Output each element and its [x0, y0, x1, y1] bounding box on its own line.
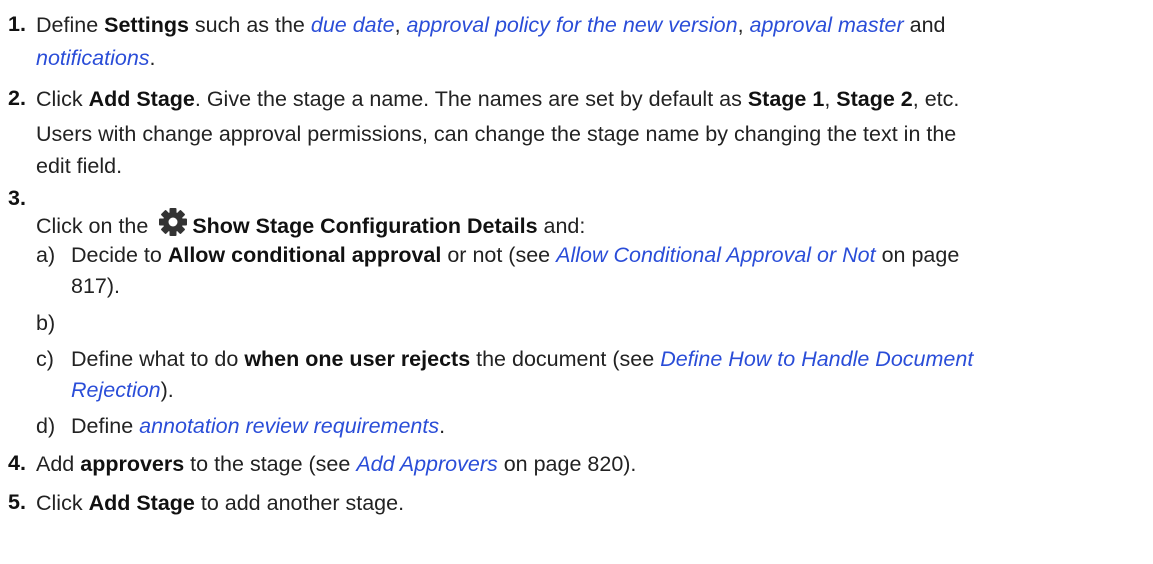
step-4-line-1: Add approvers to the stage (see Add Appr…	[36, 451, 636, 477]
text: Click on the	[36, 214, 155, 238]
step-2-paragraph-line-1: Users with change approval permissions, …	[36, 122, 957, 146]
step-3a-line-1: Decide to Allow conditional approval or …	[71, 242, 959, 268]
when-one-user-rejects-term: when one user rejects	[244, 347, 471, 371]
step-4-number: 4.	[8, 451, 26, 475]
procedure-document: 1. Define Settings such as the due date,…	[0, 0, 1153, 564]
text: on page	[875, 243, 960, 267]
define-document-rejection-link-continued[interactable]: Rejection	[71, 378, 161, 402]
due-date-link[interactable]: due date	[311, 13, 395, 37]
text: on page 820).	[497, 452, 637, 476]
text: Click	[36, 87, 89, 111]
text: Click	[36, 491, 89, 515]
text: , etc.	[912, 87, 960, 111]
step-2-paragraph-line-2: edit field.	[36, 154, 123, 178]
text: to the stage (see	[184, 452, 357, 476]
step-3c-letter: c)	[36, 347, 54, 371]
text: such as the	[188, 13, 311, 37]
text: to add another stage.	[194, 491, 405, 515]
define-document-rejection-link[interactable]: Define How to Handle Document	[660, 347, 973, 371]
text: Define	[36, 13, 105, 37]
notifications-link[interactable]: notifications	[36, 46, 150, 70]
stage-1-term: Stage 1	[747, 87, 825, 111]
text: ,	[824, 87, 837, 111]
step-3a-line-2: 817).	[71, 274, 121, 298]
step-1-line-1: Define Settings such as the due date, ap…	[36, 12, 946, 38]
step-5-line-1: Click Add Stage to add another stage.	[36, 490, 404, 516]
add-approvers-link[interactable]: Add Approvers	[356, 452, 497, 476]
step-1-number: 1.	[8, 12, 26, 36]
step-2-line-1: Click Add Stage. Give the stage a name. …	[36, 86, 959, 112]
step-2-number: 2.	[8, 86, 26, 110]
step-3c-line-2: Rejection).	[71, 377, 174, 403]
text: Add	[36, 452, 81, 476]
step-3d-letter: d)	[36, 414, 56, 438]
step-1-line-2: notifications.	[36, 45, 156, 71]
text: Define	[71, 414, 140, 438]
step-3d-line-1: Define annotation review requirements.	[71, 413, 445, 439]
allow-conditional-approval-link[interactable]: Allow Conditional Approval or Not	[556, 243, 875, 267]
approval-policy-link[interactable]: approval policy for the new version	[407, 13, 738, 37]
step-3b-letter: b)	[36, 311, 56, 335]
show-stage-configuration-term: Show Stage Configuration Details	[192, 214, 538, 238]
step-3a-letter: a)	[36, 243, 56, 267]
settings-term: Settings	[104, 13, 189, 37]
text: .	[439, 414, 446, 438]
stage-2-term: Stage 2	[836, 87, 913, 111]
add-stage-term: Add Stage	[88, 491, 195, 515]
text: and	[903, 13, 946, 37]
text: ).	[160, 378, 174, 402]
text: Decide to	[71, 243, 168, 267]
text: ,	[737, 13, 750, 37]
step-3-line-1: Click on the Show Stage Configuration De…	[36, 207, 585, 243]
text: the document (see	[470, 347, 661, 371]
add-stage-term: Add Stage	[88, 87, 195, 111]
text: ,	[394, 13, 407, 37]
text: and:	[537, 214, 586, 238]
text: .	[149, 46, 156, 70]
approvers-term: approvers	[80, 452, 185, 476]
step-3c-line-1: Define what to do when one user rejects …	[71, 346, 973, 372]
text: . Give the stage a name. The names are s…	[194, 87, 748, 111]
text: or not (see	[441, 243, 557, 267]
allow-conditional-approval-term: Allow conditional approval	[167, 243, 442, 267]
step-5-number: 5.	[8, 490, 26, 514]
gear-icon	[156, 207, 190, 243]
step-3-number: 3.	[8, 186, 26, 210]
annotation-review-link[interactable]: annotation review requirements	[139, 414, 439, 438]
text: Define what to do	[71, 347, 245, 371]
approval-master-link[interactable]: approval master	[750, 13, 904, 37]
